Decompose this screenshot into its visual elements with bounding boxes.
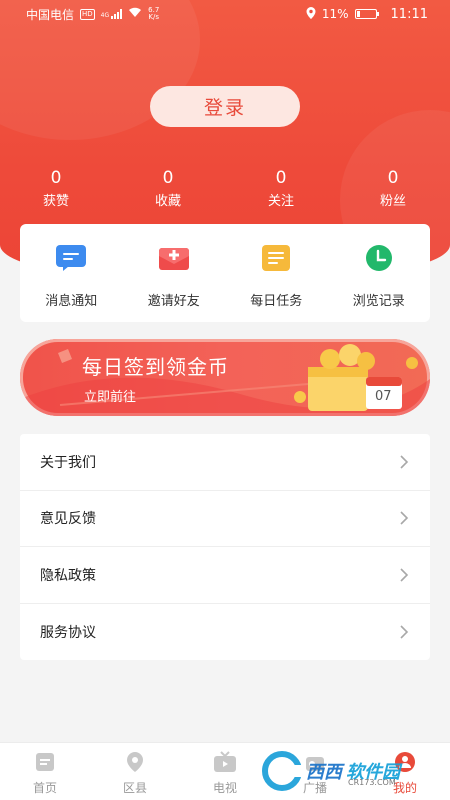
chevron-right-icon: [400, 568, 409, 582]
daily-checkin-banner[interactable]: 每日签到领金币 立即前往 07: [20, 339, 430, 416]
stat-label: 收藏: [154, 194, 181, 209]
stat-label: 关注: [267, 194, 294, 209]
signal-icon: 4G: [100, 9, 123, 19]
menu-item-terms[interactable]: 服务协议: [20, 604, 430, 661]
stat-label: 获赞: [42, 194, 69, 209]
stat-value: 0: [387, 168, 399, 188]
banner-subtitle: 立即前往: [84, 390, 137, 405]
menu-item-label: 关于我们: [40, 454, 96, 471]
menu-item-label: 意见反馈: [40, 511, 96, 528]
quick-item-invite[interactable]: 邀请好友: [123, 224, 226, 322]
network-type: 4G: [100, 12, 110, 19]
tab-tv[interactable]: 电视: [180, 743, 270, 800]
watermark-text: 西西: [306, 762, 342, 783]
settings-menu: 关于我们 意见反馈 隐私政策 服务协议: [20, 434, 430, 660]
watermark-logo: 西西 软件园 CR173.COM: [262, 748, 434, 794]
stat-likes[interactable]: 0 获赞: [21, 168, 91, 209]
quick-item-history[interactable]: 浏览记录: [328, 224, 431, 322]
tab-label: 电视: [212, 781, 237, 795]
tv-icon: [213, 751, 237, 773]
quick-item-label: 浏览记录: [352, 294, 405, 309]
speed-unit: K/s: [148, 13, 160, 21]
watermark-url: CR173.COM: [348, 778, 396, 787]
network-speed: 6.7 K/s: [148, 7, 159, 21]
hd-badge: HD: [80, 8, 95, 20]
history-icon: [363, 244, 395, 272]
battery-icon: [354, 9, 379, 19]
tab-label: 区县: [122, 781, 147, 795]
stat-value: 0: [162, 168, 174, 188]
chevron-right-icon: [400, 455, 409, 469]
chevron-right-icon: [400, 511, 409, 525]
task-icon: [260, 244, 292, 272]
menu-item-privacy[interactable]: 隐私政策: [20, 547, 430, 604]
quick-item-label: 每日任务: [250, 294, 303, 309]
calendar-day: 07: [375, 389, 392, 404]
invite-icon: [158, 244, 190, 272]
menu-item-label: 隐私政策: [40, 567, 96, 584]
quick-item-label: 消息通知: [45, 294, 98, 309]
location-icon: [123, 751, 147, 773]
quick-actions-card: 消息通知 邀请好友 每日任务 浏览记录: [20, 224, 430, 322]
watermark-icon: [262, 751, 302, 791]
clock: 11:11: [390, 6, 428, 22]
chevron-right-icon: [400, 625, 409, 639]
battery-percent: 11%: [321, 7, 349, 21]
stat-value: 0: [50, 168, 62, 188]
stat-favorites[interactable]: 0 收藏: [133, 168, 203, 209]
quick-item-label: 邀请好友: [147, 294, 200, 309]
quick-item-messages[interactable]: 消息通知: [20, 224, 123, 322]
stat-followers[interactable]: 0 粉丝: [358, 168, 428, 209]
stat-label: 粉丝: [379, 194, 406, 209]
stat-value: 0: [275, 168, 287, 188]
menu-item-label: 服务协议: [40, 624, 96, 641]
home-icon: [33, 751, 57, 773]
tab-label: 首页: [32, 781, 57, 795]
carrier-label: 中国电信: [26, 7, 75, 22]
banner-title: 每日签到领金币: [82, 355, 229, 379]
quick-item-daily-tasks[interactable]: 每日任务: [225, 224, 328, 322]
message-icon: [55, 244, 87, 272]
menu-item-about[interactable]: 关于我们: [20, 434, 430, 491]
tab-county[interactable]: 区县: [90, 743, 180, 800]
menu-item-feedback[interactable]: 意见反馈: [20, 491, 430, 547]
stat-following[interactable]: 0 关注: [246, 168, 316, 209]
tab-home[interactable]: 首页: [0, 743, 90, 800]
wifi-icon: [128, 7, 142, 21]
login-button[interactable]: 登录: [150, 86, 300, 127]
location-status-icon: [306, 6, 316, 22]
status-bar: 中国电信 HD 4G 6.7 K/s 11% 11:11: [0, 0, 450, 28]
